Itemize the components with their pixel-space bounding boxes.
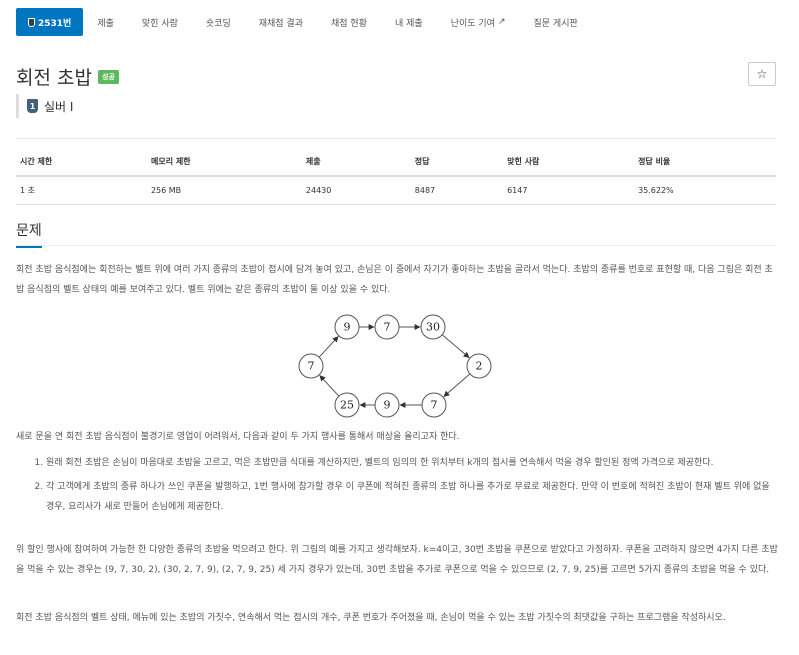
header-solvers: 맞힌 사람 xyxy=(503,151,635,177)
cell-ratio: 35.622% xyxy=(634,176,776,205)
nav-tab-submit-label: 제출 xyxy=(97,18,114,29)
nav-tab-status[interactable]: 채점 현황 xyxy=(317,8,381,36)
header-accepted: 정답 xyxy=(410,151,504,177)
nav-tab-my-submissions-label: 내 제출 xyxy=(394,18,423,29)
belt-arrow xyxy=(318,336,339,358)
belt-plate-label: 9 xyxy=(344,321,351,334)
problem-paragraph-3: 위 할인 행사에 참여하여 가능한 한 다양한 종류의 초밥을 먹으려고 한다.… xyxy=(16,545,778,575)
cell-submissions: 24430 xyxy=(301,176,411,205)
nav-tab-solvers-label: 맞힌 사람 xyxy=(141,18,178,29)
silver-tier-icon: 1 xyxy=(27,99,38,113)
nav-tab-my-submissions[interactable]: 내 제출 xyxy=(381,8,437,36)
cell-time-limit: 1 초 xyxy=(16,176,147,205)
header-ratio: 정답 비율 xyxy=(634,151,776,177)
problem-paragraph-2: 새로 문을 연 회전 초밥 음식점이 불경기로 영업이 어려워서, 다음과 같이… xyxy=(16,432,460,442)
belt-plate: 2 xyxy=(466,353,492,379)
star-icon: ☆ xyxy=(756,67,768,81)
nav-tab-board[interactable]: 질문 게시판 xyxy=(520,8,592,36)
nav-tab-shortcoding[interactable]: 숏코딩 xyxy=(192,8,245,36)
belt-plate: 25 xyxy=(334,392,360,418)
belt-plate-label: 9 xyxy=(384,399,391,412)
list-item: 각 고객에게 초밥의 종류 하나가 쓰인 쿠폰을 발행하고, 1번 행사에 참가… xyxy=(46,477,775,517)
belt-plate: 7 xyxy=(374,314,400,340)
section-title: 문제 xyxy=(16,220,42,248)
problem-nav: 2531번 제출 맞힌 사람 숏코딩 재채점 결과 채점 현황 내 제출 난이도… xyxy=(16,8,592,36)
tier-badge-icon xyxy=(28,17,35,27)
nav-tab-rejudge[interactable]: 재채점 결과 xyxy=(245,8,317,36)
problem-paragraph-1: 회전 초밥 음식점에는 회전하는 벨트 위에 여러 가지 종류의 초밥이 접시에… xyxy=(16,265,773,295)
cell-memory-limit: 256 MB xyxy=(146,176,302,205)
external-link-icon: ↗ xyxy=(497,17,506,27)
belt-plate-label: 7 xyxy=(384,321,391,334)
section-header: 문제 xyxy=(16,220,776,248)
divider xyxy=(16,138,776,139)
belt-plate-label: 25 xyxy=(340,399,354,412)
belt-plate-label: 30 xyxy=(426,321,440,334)
problem-info-table: 시간 제한 메모리 제한 제출 정답 맞힌 사람 정답 비율 1 초 256 M… xyxy=(16,151,776,205)
belt-plate-label: 2 xyxy=(476,360,483,373)
cell-solvers: 6147 xyxy=(503,176,635,205)
status-badge: 성공 xyxy=(97,69,119,84)
nav-tab-problem[interactable]: 2531번 xyxy=(16,8,84,36)
tier-info: 1 실버 I xyxy=(16,94,73,118)
nav-tab-difficulty[interactable]: 난이도 기여 ↗ xyxy=(437,8,520,36)
header-submissions: 제출 xyxy=(301,151,411,177)
tier-label: 실버 I xyxy=(44,99,74,114)
page-title: 회전 초밥 xyxy=(16,67,92,89)
belt-plate: 7 xyxy=(421,392,447,418)
belt-plate: 30 xyxy=(420,314,446,340)
belt-plate: 9 xyxy=(374,392,400,418)
nav-tab-rejudge-label: 재채점 결과 xyxy=(258,18,303,29)
problem-title-row: 회전 초밥 성공 xyxy=(16,63,119,90)
belt-plate-label: 7 xyxy=(431,399,438,412)
problem-paragraph-4: 회전 초밥 음식점의 벨트 상태, 메뉴에 있는 초밥의 가짓수, 연속해서 먹… xyxy=(16,613,726,623)
header-time-limit: 시간 제한 xyxy=(16,151,147,177)
nav-tab-solvers[interactable]: 맞힌 사람 xyxy=(128,8,192,36)
belt-plate: 9 xyxy=(334,314,360,340)
belt-figure: 9 7 30 2 7 9 25 7 xyxy=(298,314,492,418)
belt-arrow xyxy=(441,334,470,358)
belt-arrow xyxy=(319,375,340,397)
table-row: 1 초 256 MB 24430 8487 6147 35.622% xyxy=(16,176,776,205)
table-header-row: 시간 제한 메모리 제한 제출 정답 맞힌 사람 정답 비율 xyxy=(16,151,776,177)
header-memory-limit: 메모리 제한 xyxy=(146,151,302,177)
belt-plate-label: 7 xyxy=(308,360,315,373)
nav-tab-board-label: 질문 게시판 xyxy=(533,18,578,29)
nav-tab-status-label: 채점 현황 xyxy=(331,18,367,29)
event-rules-list: 원래 회전 초밥은 손님이 마음대로 초밥을 고르고, 먹은 초밥만큼 식대를 … xyxy=(30,453,775,521)
cell-accepted: 8487 xyxy=(410,176,504,205)
nav-tab-shortcoding-label: 숏코딩 xyxy=(205,18,231,29)
nav-tab-difficulty-label: 난이도 기여 xyxy=(450,18,495,29)
star-button[interactable]: ☆ xyxy=(748,62,776,86)
nav-tab-submit[interactable]: 제출 xyxy=(83,8,128,36)
list-item: 원래 회전 초밥은 손님이 마음대로 초밥을 고르고, 먹은 초밥만큼 식대를 … xyxy=(46,453,775,473)
nav-tab-problem-label: 2531번 xyxy=(38,18,72,29)
belt-plate: 7 xyxy=(298,353,324,379)
belt-arrow xyxy=(443,373,471,397)
